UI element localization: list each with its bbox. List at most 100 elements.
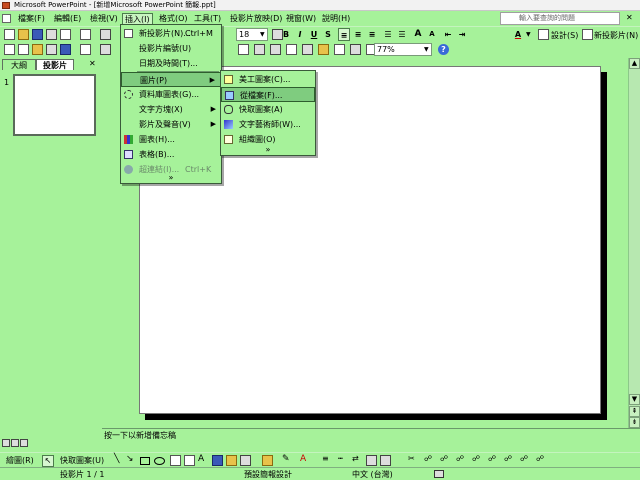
undo-icon[interactable] [4,44,15,55]
menu-view[interactable]: 檢視(V) [88,13,120,25]
rectangle-icon[interactable] [140,457,150,465]
bold-button[interactable]: B [280,28,292,41]
expand-submenu-icon[interactable]: » [221,144,315,156]
close-document-icon[interactable]: ✕ [626,13,633,22]
insert-table-icon[interactable] [46,44,57,55]
font-color-button[interactable]: A [512,28,524,41]
menu-item-picture[interactable]: 圖片(P) ▶ [121,72,221,87]
dash-style-icon[interactable]: ┅ [338,454,343,463]
open-icon[interactable] [18,29,29,40]
new-slide-button[interactable]: 新投影片(N) [594,30,638,41]
font-grow-button[interactable]: A [412,28,424,41]
diagram-toolbar-icon[interactable] [212,455,223,466]
indent-increase-button[interactable]: ⇥ [456,28,468,41]
submenu-item-from-file[interactable]: 從檔案(F)... [221,87,315,102]
align-center-button[interactable]: ≡ [352,28,364,41]
menu-item-diagram[interactable]: 資料庫圖表(G)... [121,87,221,102]
help-search-input[interactable]: 輸入要查詢的問題 [500,12,620,25]
line-style-icon[interactable]: ≡ [322,454,329,463]
fill-color-icon[interactable] [262,455,273,466]
insert-table2-icon[interactable] [302,44,313,55]
submenu-item-autoshapes[interactable]: 快取圖案(A) [221,102,315,117]
menu-item-table[interactable]: 表格(B)... [121,147,221,162]
slide-thumbnail[interactable] [13,74,96,136]
menu-item-slide-number[interactable]: 投影片編號(U) [121,41,221,56]
textbox-icon[interactable] [170,455,181,466]
zoom-chevron-icon[interactable]: ▼ [424,46,429,53]
expand-all-icon[interactable] [100,44,111,55]
arrow-style-icon[interactable]: ⇄ [352,454,359,463]
chevron-down-icon[interactable]: ▼ [260,31,265,38]
ink-icon-3[interactable]: ☍ [440,454,448,463]
hyperlink-toolbar-icon[interactable] [80,44,91,55]
redo-icon[interactable] [18,44,29,55]
grid-icon[interactable] [254,44,265,55]
menu-item-textbox[interactable]: 文字方塊(X) ▶ [121,102,221,117]
cut-icon[interactable] [100,29,111,40]
print-icon[interactable] [46,29,57,40]
sorter-view-icon[interactable] [11,439,19,447]
ink-icon-9[interactable]: ☍ [536,454,544,463]
submenu-item-wordart[interactable]: 文字藝術師(W)... [221,117,315,132]
menu-item-movies-sounds[interactable]: 影片及聲音(V) ▶ [121,117,221,132]
normal-view-icon[interactable] [2,439,10,447]
scroll-up-icon[interactable]: ▲ [629,58,640,69]
wordart-toolbar-icon[interactable]: A [198,454,204,464]
shadow-style-icon[interactable] [366,455,377,466]
insert-chart2-icon[interactable] [318,44,329,55]
design-icon[interactable] [538,29,549,40]
close-pane-icon[interactable]: ✕ [89,59,96,68]
menu-window[interactable]: 視窗(W) [284,13,318,25]
underline-button[interactable]: U [308,28,320,41]
ink-icon-4[interactable]: ☍ [456,454,464,463]
submenu-item-clipart[interactable]: 美工圖案(C)... [221,72,315,87]
menu-item-chart[interactable]: 圖表(H)... [121,132,221,147]
insert-picture-icon[interactable] [286,44,297,55]
select-arrow-icon[interactable]: ↖ [42,455,54,467]
arrow-icon[interactable]: ↘ [126,454,134,464]
ink-icon-1[interactable]: ✂ [408,454,415,463]
save-icon[interactable] [32,29,43,40]
menu-item-new-slide[interactable]: 新投影片(N)... Ctrl+M [121,26,221,41]
font-color-chevron-icon[interactable]: ▼ [526,31,531,38]
design-button[interactable]: 設計(S) [551,30,578,41]
clipart-toolbar-icon[interactable] [226,455,237,466]
color-grayscale-icon[interactable] [270,44,281,55]
expand-menu-icon[interactable]: » [121,172,221,184]
bullets-button[interactable]: ☰ [396,28,408,41]
spelling-icon[interactable] [80,29,91,40]
align-right-button[interactable]: ≡ [366,28,378,41]
insert-org-icon[interactable] [334,44,345,55]
ink-icon-7[interactable]: ☍ [504,454,512,463]
ink-icon-5[interactable]: ☍ [472,454,480,463]
italic-button[interactable]: I [294,28,306,41]
preview-icon[interactable] [60,29,71,40]
menu-slideshow[interactable]: 投影片放映(D) [228,13,284,25]
font-color-icon[interactable]: A [300,454,306,464]
notes-pane[interactable]: 按一下以新增備忘稿 [102,428,640,452]
indent-decrease-button[interactable]: ⇤ [442,28,454,41]
autoshapes-menu-button[interactable]: 快取圖案(U) [60,455,104,466]
3d-style-icon[interactable] [380,455,391,466]
slideshow-view-icon[interactable] [20,439,28,447]
draw-menu-button[interactable]: 繪圖(R) [6,455,34,466]
font-shrink-button[interactable]: A [426,28,438,41]
menu-item-date-time[interactable]: 日期及時間(T)... [121,56,221,71]
expand-icon[interactable] [350,44,361,55]
ink-icon-2[interactable]: ☍ [424,454,432,463]
menu-file[interactable]: 檔案(F) [16,13,47,25]
scroll-down-icon[interactable]: ▼ [629,394,640,405]
picture-toolbar-icon[interactable] [240,455,251,466]
tab-slides[interactable]: 投影片 [36,59,74,70]
menu-help[interactable]: 說明(H) [320,13,352,25]
new-icon[interactable] [4,29,15,40]
line-icon[interactable]: ╲ [114,454,119,464]
ink-icon-6[interactable]: ☍ [488,454,496,463]
line-color-icon[interactable]: ✎ [282,454,290,464]
previous-slide-icon[interactable]: ⇞ [629,406,640,417]
ink-icon-8[interactable]: ☍ [520,454,528,463]
vertical-scrollbar[interactable]: ▲ ▼ ⇞ ⇟ [628,58,640,428]
show-formatting-icon[interactable] [238,44,249,55]
tab-outline[interactable]: 大綱 [2,59,36,70]
document-icon[interactable] [2,14,11,23]
